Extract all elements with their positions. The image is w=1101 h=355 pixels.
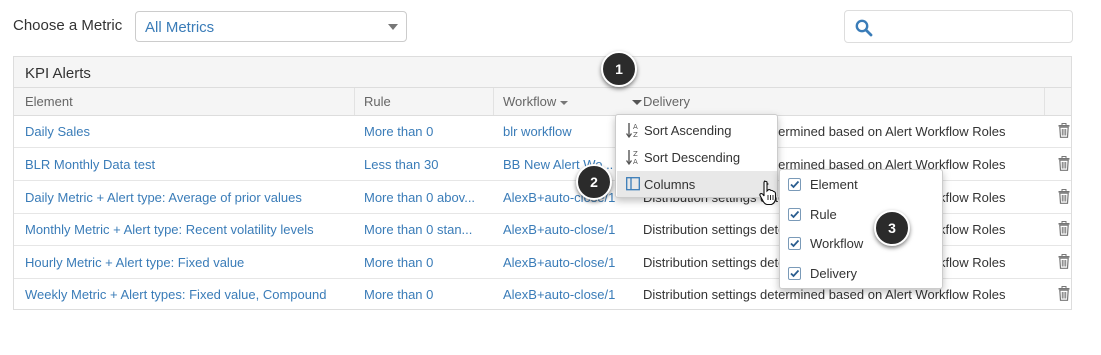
table-header: Element Rule Workflow Delivery [14,88,1071,116]
rule-link[interactable]: More than 0 stan... [364,222,492,237]
svg-text:Z: Z [633,150,638,158]
column-header-element[interactable]: Element [25,94,73,109]
rule-link[interactable]: More than 0 [364,124,492,139]
column-header-workflow-label: Workflow [503,94,557,109]
checkbox-checked-icon[interactable] [788,267,801,280]
rule-link[interactable]: Less than 30 [364,157,492,172]
search-box[interactable] [844,10,1073,43]
trash-icon[interactable] [1058,123,1070,138]
element-link[interactable]: BLR Monthly Data test [25,157,355,172]
sort-descending-icon: Z A [626,150,638,165]
delivery-text: Distribution settings determined based o… [643,287,1006,302]
callout-badge: 3 [874,210,910,246]
workflow-link[interactable]: AlexB+auto-close/1 [503,287,627,302]
trash-icon[interactable] [1058,221,1070,236]
menu-item-sort-ascending[interactable]: A Z Sort Ascending [617,117,777,143]
column-toggle-label: Element [810,177,858,192]
sort-ascending-icon: A Z [626,123,638,138]
trash-icon[interactable] [1058,189,1070,204]
column-divider[interactable] [493,88,494,115]
callout-badge: 2 [576,164,612,200]
element-link[interactable]: Weekly Metric + Alert types: Fixed value… [25,287,355,302]
trash-icon[interactable] [1058,286,1070,301]
column-divider[interactable] [354,88,355,115]
element-link[interactable]: Daily Metric + Alert type: Average of pr… [25,190,355,205]
column-menu-trigger-icon[interactable] [632,100,642,105]
checkbox-checked-icon[interactable] [788,178,801,191]
column-toggle-label: Delivery [810,266,857,281]
workflow-link[interactable]: AlexB+auto-close/1 [503,222,627,237]
svg-text:Z: Z [633,131,638,138]
rule-link[interactable]: More than 0 abov... [364,190,492,205]
panel-title: KPI Alerts [25,65,91,82]
workflow-link[interactable]: BB New Alert Wo... [503,157,627,172]
element-link[interactable]: Daily Sales [25,124,355,139]
menu-item-label: Sort Ascending [644,123,732,138]
element-link[interactable]: Monthly Metric + Alert type: Recent vola… [25,222,355,237]
checkbox-checked-icon[interactable] [788,237,801,250]
metric-select-value: All Metrics [145,19,215,36]
rule-link[interactable]: More than 0 [364,287,492,302]
menu-item-label: Sort Descending [644,150,741,165]
workflow-link[interactable]: blr workflow [503,124,627,139]
column-toggle-label: Rule [810,207,837,222]
columns-submenu: Element Rule Workflow Delivery [779,169,943,289]
menu-item-columns[interactable]: Columns [617,171,777,197]
panel-header: KPI Alerts [13,56,1072,88]
column-menu: A Z Sort Ascending Z A Sort Descending C… [615,114,778,198]
workflow-link[interactable]: AlexB+auto-close/1 [503,255,627,270]
column-toggle-label: Workflow [810,236,864,251]
column-header-rule[interactable]: Rule [364,94,391,109]
svg-text:A: A [633,158,638,165]
checkbox-checked-icon[interactable] [788,208,801,221]
menu-item-sort-descending[interactable]: Z A Sort Descending [617,144,777,170]
trash-icon[interactable] [1058,156,1070,171]
svg-text:A: A [633,123,638,131]
element-link[interactable]: Hourly Metric + Alert type: Fixed value [25,255,355,270]
callout-badge: 1 [601,51,637,87]
metric-select[interactable]: All Metrics [135,11,407,42]
metric-label: Choose a Metric [13,17,123,34]
column-header-workflow[interactable]: Workflow [503,94,569,109]
column-divider[interactable] [1044,88,1045,115]
columns-icon [626,177,640,191]
menu-item-label: Columns [644,177,696,192]
trash-icon[interactable] [1058,254,1070,269]
chevron-down-icon [388,24,398,30]
column-header-delivery[interactable]: Delivery [643,94,690,109]
rule-link[interactable]: More than 0 [364,255,492,270]
table-row: Daily Sales More than 0 blr workflow Dis… [14,115,1071,148]
search-icon [855,19,873,37]
search-input[interactable] [881,16,1065,38]
sort-indicator-icon [560,100,569,105]
hand-pointer-icon [759,180,777,206]
